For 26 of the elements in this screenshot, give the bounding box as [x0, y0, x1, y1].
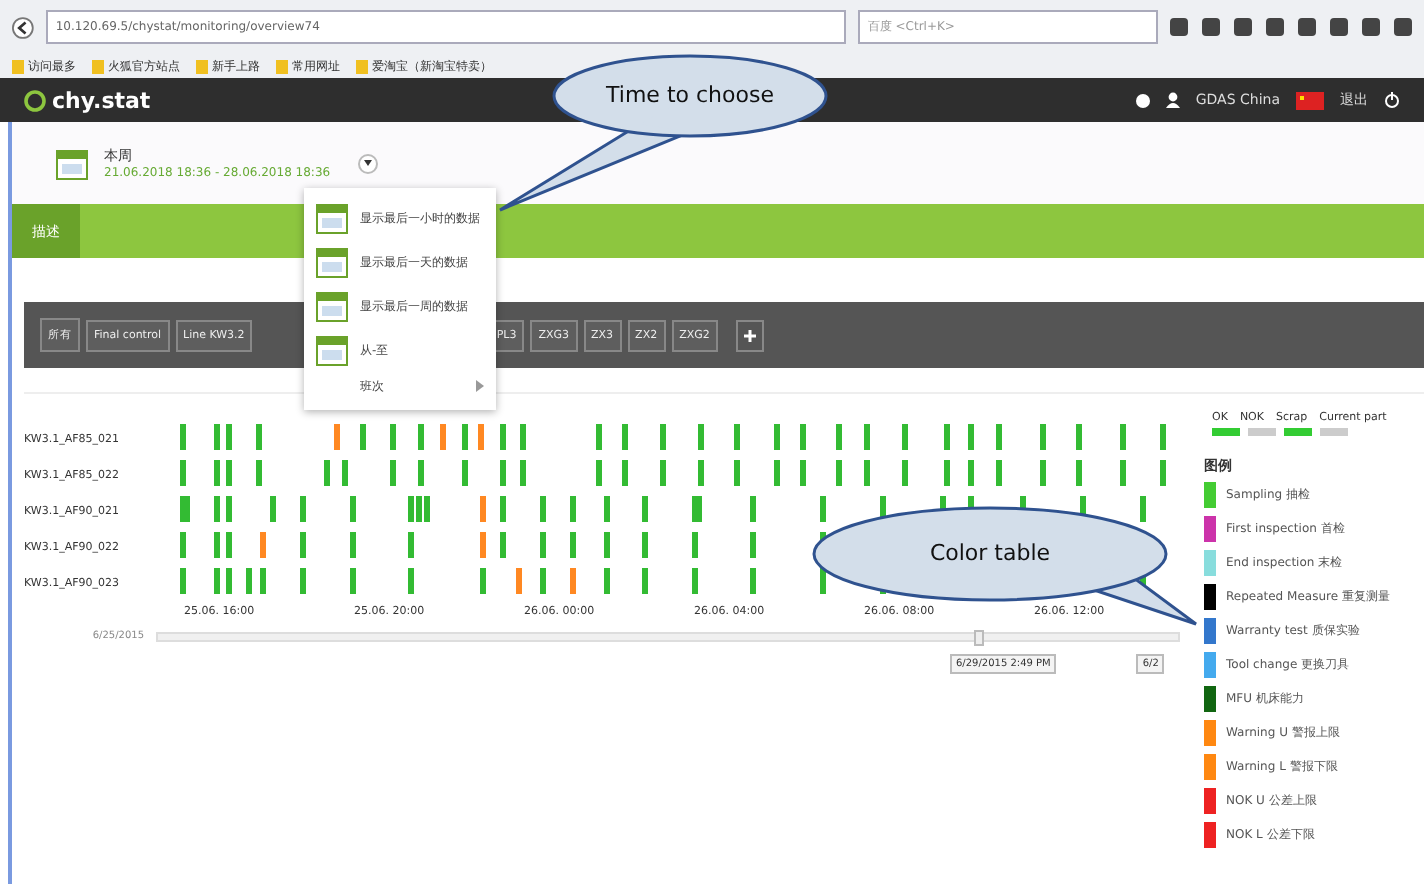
user-icon	[1165, 92, 1180, 108]
range-slider[interactable]	[156, 631, 1180, 641]
period-dropdown-button[interactable]	[358, 153, 379, 173]
plus-icon	[743, 329, 756, 341]
folder-icon	[276, 59, 288, 73]
caret-icon	[364, 160, 373, 166]
back-icon	[12, 15, 34, 39]
calendar-icon	[316, 202, 348, 234]
callout-text: Time to choose	[604, 82, 776, 108]
calendar-icon	[316, 246, 348, 278]
chevron-icon	[476, 379, 484, 391]
flag-icon	[1296, 91, 1324, 109]
power-icon	[1384, 92, 1400, 108]
folder-icon	[12, 59, 24, 73]
calendar-icon	[316, 290, 348, 322]
callout-text: Color table	[927, 540, 1053, 566]
status-icon	[1135, 93, 1150, 107]
calendar-icon	[56, 147, 88, 179]
slider-handle[interactable]	[974, 629, 984, 645]
folder-icon	[92, 59, 104, 73]
folder-icon	[196, 59, 208, 73]
calendar-icon	[316, 334, 348, 366]
add-filter-button[interactable]	[735, 319, 764, 351]
folder-icon	[356, 59, 368, 73]
logo-icon	[24, 89, 46, 111]
app-logo: chy.stat	[52, 87, 151, 113]
